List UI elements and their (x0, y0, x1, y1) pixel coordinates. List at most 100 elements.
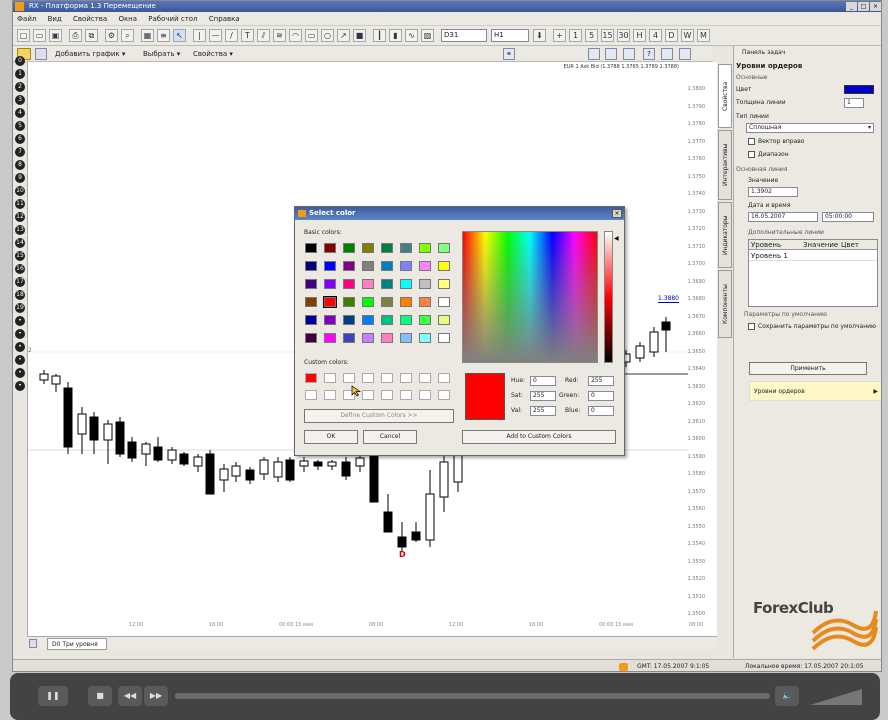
add-to-custom-colors-button[interactable]: Add to Custom Colors (462, 430, 616, 444)
basic-color-swatch[interactable] (419, 315, 431, 325)
volume-icon[interactable]: 🔈 (775, 686, 799, 706)
basic-color-swatch[interactable] (305, 333, 317, 343)
basic-color-swatch[interactable] (324, 333, 336, 343)
left-tool-button[interactable]: • (15, 329, 25, 339)
luminance-slider[interactable] (604, 231, 613, 363)
mn-icon[interactable]: M (697, 29, 710, 42)
menu-windows[interactable]: Окна (118, 15, 137, 23)
m15-icon[interactable]: 15 (601, 29, 614, 42)
candles-icon[interactable]: ▮ (389, 29, 402, 42)
left-tool-button[interactable]: 16 (15, 264, 25, 274)
basic-color-swatch[interactable] (362, 315, 374, 325)
blue-input[interactable]: 0 (588, 406, 614, 416)
download-icon[interactable]: ⬇ (533, 29, 546, 42)
timeframe-select[interactable]: D31 (441, 29, 487, 42)
basic-color-swatch[interactable] (438, 243, 450, 253)
basic-color-swatch[interactable] (305, 315, 317, 325)
hline-tool-icon[interactable]: — (209, 29, 222, 42)
basic-color-swatch[interactable] (381, 315, 393, 325)
left-tool-button[interactable]: • (15, 381, 25, 391)
ok-button[interactable]: OK (304, 430, 358, 444)
basic-color-swatch[interactable] (324, 261, 336, 271)
tab-scroll-left-icon[interactable] (29, 639, 37, 648)
custom-color-swatch[interactable] (324, 390, 336, 400)
custom-color-swatch[interactable] (381, 373, 393, 383)
basic-color-swatch[interactable] (343, 315, 355, 325)
tab-interactives[interactable]: Интерактивы (718, 130, 732, 200)
define-custom-colors-button[interactable]: Define Custom Colors >> (304, 409, 454, 423)
signal-marker[interactable]: D (399, 550, 406, 559)
left-tool-button[interactable]: 6 (15, 134, 25, 144)
arc-tool-icon[interactable]: ◠ (289, 29, 302, 42)
new-icon[interactable]: □ (17, 29, 30, 42)
basic-color-swatch[interactable] (343, 243, 355, 253)
left-tool-button[interactable]: 3 (15, 95, 25, 105)
green-input[interactable]: 0 (588, 391, 614, 401)
basic-color-swatch[interactable] (343, 333, 355, 343)
basic-color-swatch[interactable] (419, 297, 431, 307)
color-swatch[interactable] (844, 85, 874, 94)
basic-color-swatch[interactable] (400, 243, 412, 253)
basic-color-swatch[interactable] (362, 243, 374, 253)
next-button[interactable]: ▶▶ (144, 686, 168, 706)
custom-color-swatch[interactable] (400, 390, 412, 400)
left-tool-button[interactable]: 10 (15, 186, 25, 196)
hatch-icon[interactable]: ▨ (421, 29, 434, 42)
properties-button[interactable]: Свойства ▾ (193, 46, 233, 62)
basic-color-swatch[interactable] (438, 297, 450, 307)
basic-color-swatch[interactable] (362, 261, 374, 271)
val-input[interactable]: 255 (530, 406, 556, 416)
levels-table[interactable]: Уровень Значение Цвет Уровень 1 (748, 239, 878, 307)
basic-color-swatch[interactable] (419, 279, 431, 289)
seek-bar[interactable] (175, 693, 770, 699)
save-defaults-checkbox[interactable]: Сохранить параметры по умолчанию (748, 323, 876, 330)
cursor-tool-icon[interactable]: ↖ (173, 29, 186, 42)
basic-color-swatch[interactable] (324, 315, 336, 325)
channel-tool-icon[interactable]: ⫽ (257, 29, 270, 42)
sat-input[interactable]: 255 (530, 391, 556, 401)
layout-icon[interactable] (35, 48, 47, 60)
basic-color-swatch[interactable] (400, 297, 412, 307)
period-select[interactable]: H1 (491, 29, 529, 42)
left-tool-button[interactable]: 0 (15, 56, 25, 66)
date-input[interactable]: 16.05.2007 (748, 212, 818, 222)
left-tool-button[interactable]: • (15, 342, 25, 352)
d1-icon[interactable]: D (665, 29, 678, 42)
custom-color-swatch[interactable] (305, 390, 317, 400)
basic-color-swatch[interactable] (438, 261, 450, 271)
ellipse-tool-icon[interactable]: ○ (321, 29, 334, 42)
menu-help[interactable]: Справка (209, 15, 240, 23)
basic-color-swatch[interactable] (400, 261, 412, 271)
luminance-arrow-icon[interactable]: ◀ (614, 235, 619, 242)
basic-color-swatch[interactable] (419, 333, 431, 343)
basic-color-swatch[interactable] (438, 315, 450, 325)
table-row[interactable]: Уровень 1 (749, 251, 877, 261)
arrow-tool-icon[interactable]: ↗ (337, 29, 350, 42)
menu-properties[interactable]: Свойства (73, 15, 107, 23)
custom-color-swatch[interactable] (362, 390, 374, 400)
volume-slider[interactable] (810, 687, 865, 707)
value-input[interactable]: 1.3902 (748, 187, 798, 197)
basic-color-swatch[interactable] (305, 261, 317, 271)
chart-tab[interactable]: D0 Три уровня (47, 638, 107, 650)
print-icon[interactable]: ⎙ (69, 29, 82, 42)
left-tool-button[interactable]: 2 (15, 82, 25, 92)
custom-color-swatch[interactable] (324, 373, 336, 383)
left-tool-button[interactable]: 1 (15, 69, 25, 79)
basic-color-swatch[interactable] (419, 261, 431, 271)
basic-color-swatch[interactable] (343, 279, 355, 289)
basic-color-swatch[interactable] (362, 333, 374, 343)
range-checkbox[interactable]: Диапазон (748, 151, 789, 158)
custom-color-swatch[interactable] (438, 390, 450, 400)
left-tool-button[interactable]: 5 (15, 121, 25, 131)
basic-color-swatch[interactable] (381, 261, 393, 271)
menu-view[interactable]: Вид (48, 15, 62, 23)
layers-icon[interactable]: ≡ (157, 29, 170, 42)
left-tool-button[interactable]: 18 (15, 290, 25, 300)
left-tool-button[interactable]: 7 (15, 147, 25, 157)
zoom-in-icon[interactable]: + (553, 29, 566, 42)
basic-color-swatch[interactable] (400, 333, 412, 343)
fibo-tool-icon[interactable]: ≋ (273, 29, 286, 42)
basic-color-swatch[interactable] (305, 243, 317, 253)
basic-color-swatch[interactable] (362, 297, 374, 307)
